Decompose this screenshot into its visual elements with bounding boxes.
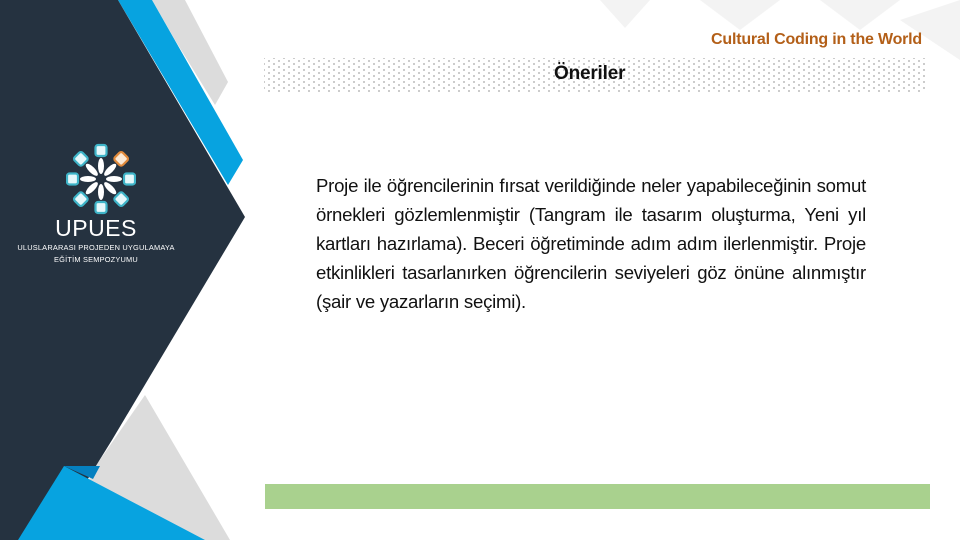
- logo-subtitle-line2: EĞİTİM SEMPOZYUMU: [54, 255, 138, 264]
- upues-logo: UPUES ULUSLARARASI PROJEDEN UYGULAMAYA E…: [12, 140, 180, 270]
- header-title: Cultural Coding in the World: [711, 31, 922, 48]
- logo-name: UPUES: [55, 215, 137, 241]
- rosette-logo-icon: [66, 143, 136, 215]
- faint-diamond-pattern: [600, 0, 960, 60]
- slide: UPUES ULUSLARARASI PROJEDEN UYGULAMAYA E…: [0, 0, 960, 540]
- slide-title: Öneriler: [554, 63, 626, 84]
- green-footer-bar: [265, 484, 930, 509]
- body-paragraph: Proje ile öğrencilerinin fırsat verildiğ…: [316, 175, 866, 312]
- logo-subtitle-line1: ULUSLARARASI PROJEDEN UYGULAMAYA: [17, 243, 175, 252]
